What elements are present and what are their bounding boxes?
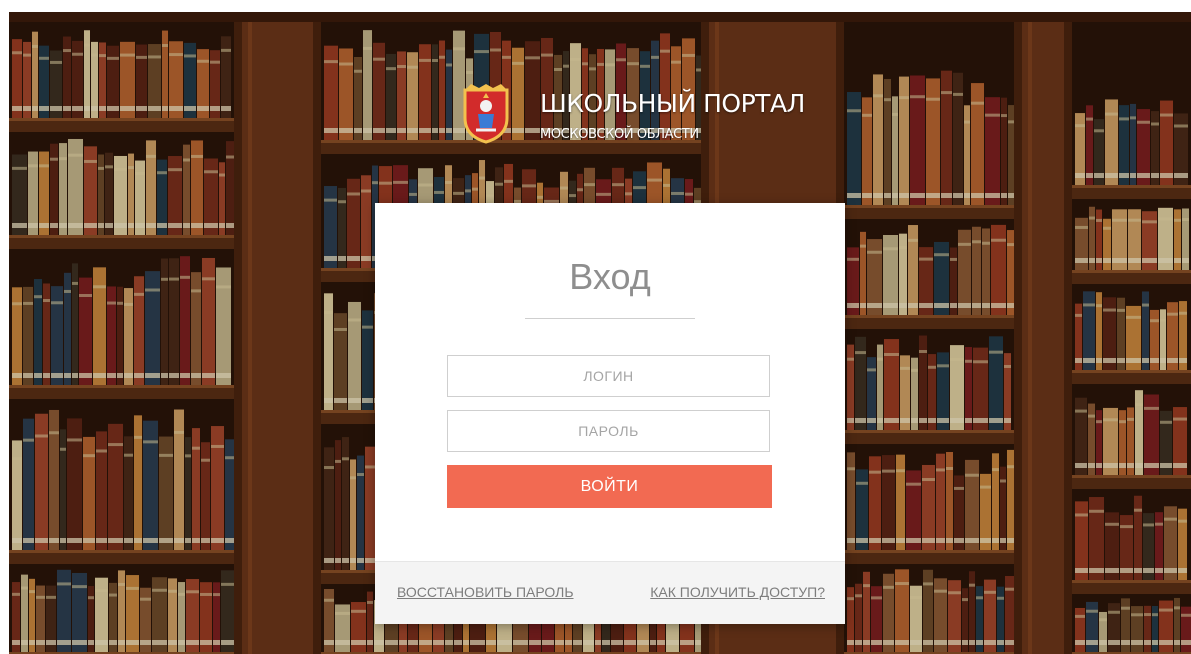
portal-header: ШКОЛЬНЫЙ ПОРТАЛ МОСКОВСКОЙ ОБЛАСТИ xyxy=(461,82,805,152)
left-border xyxy=(0,0,9,654)
get-access-link[interactable]: КАК ПОЛУЧИТЬ ДОСТУП? xyxy=(650,584,825,600)
login-page: ШКОЛЬНЫЙ ПОРТАЛ МОСКОВСКОЙ ОБЛАСТИ Вход … xyxy=(0,0,1191,654)
login-submit-button[interactable]: ВОЙТИ xyxy=(447,465,772,508)
login-card-footer: ВОССТАНОВИТЬ ПАРОЛЬ КАК ПОЛУЧИТЬ ДОСТУП? xyxy=(375,561,845,624)
login-card: Вход ВОЙТИ ВОССТАНОВИТЬ ПАРОЛЬ КАК ПОЛУЧ… xyxy=(375,203,845,624)
restore-password-link[interactable]: ВОССТАНОВИТЬ ПАРОЛЬ xyxy=(397,584,574,600)
top-border xyxy=(0,0,1191,12)
login-input[interactable] xyxy=(447,355,770,397)
login-title: Вход xyxy=(569,256,651,297)
portal-title: ШКОЛЬНЫЙ ПОРТАЛ xyxy=(540,89,805,118)
portal-subtitle: МОСКОВСКОЙ ОБЛАСТИ xyxy=(540,127,699,142)
password-input[interactable] xyxy=(447,410,770,452)
coat-of-arms-icon xyxy=(463,84,509,144)
title-divider xyxy=(525,318,695,319)
